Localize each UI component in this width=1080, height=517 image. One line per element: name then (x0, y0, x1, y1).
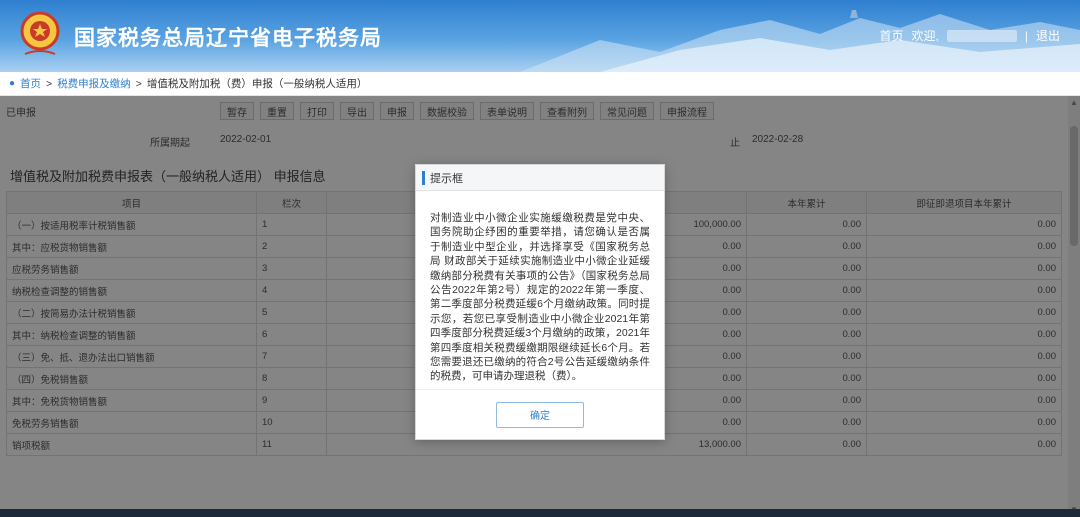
top-nav: 首页 欢迎, | 退出 (880, 27, 1061, 44)
breadcrumb-current: 增值税及附加税（费）申报（一般纳税人适用） (146, 78, 368, 90)
breadcrumb: ● 首页 > 税费申报及缴纳 > 增值税及附加税（费）申报（一般纳税人适用） (0, 72, 1080, 96)
dialog-message: 对制造业中小微企业实施缓缴税费是党中央、国务院助企纾困的重要举措，请您确认是否属… (430, 212, 650, 383)
username-masked (946, 29, 1017, 42)
site-title: 国家税务总局辽宁省电子税务局 (74, 26, 382, 50)
breadcrumb-separator: > (135, 77, 142, 90)
breadcrumb-separator: > (46, 77, 53, 90)
confirm-button[interactable]: 确定 (496, 401, 584, 428)
breadcrumb-tax-filing[interactable]: 税费申报及缴纳 (57, 76, 131, 91)
welcome-text: 欢迎, (911, 29, 939, 43)
tax-emblem-icon (20, 11, 60, 55)
logout-link[interactable]: 退出 (1036, 27, 1060, 44)
location-pin-icon: ● (9, 78, 16, 89)
notice-dialog: 提示框 对制造业中小微企业实施缓缴税费是党中央、国务院助企纾困的重要举措，请您确… (415, 164, 665, 440)
title-accent-bar (422, 170, 425, 185)
home-link[interactable]: 首页 (880, 27, 904, 44)
nav-divider: | (1024, 28, 1028, 43)
dialog-header: 提示框 (416, 165, 664, 191)
dialog-title: 提示框 (430, 172, 463, 185)
footer-strip (0, 509, 1080, 517)
site-header: 国家税务总局辽宁省电子税务局 首页 欢迎, | 退出 (0, 0, 1080, 72)
dialog-footer: 确定 (416, 389, 664, 439)
breadcrumb-home[interactable]: 首页 (20, 76, 41, 91)
